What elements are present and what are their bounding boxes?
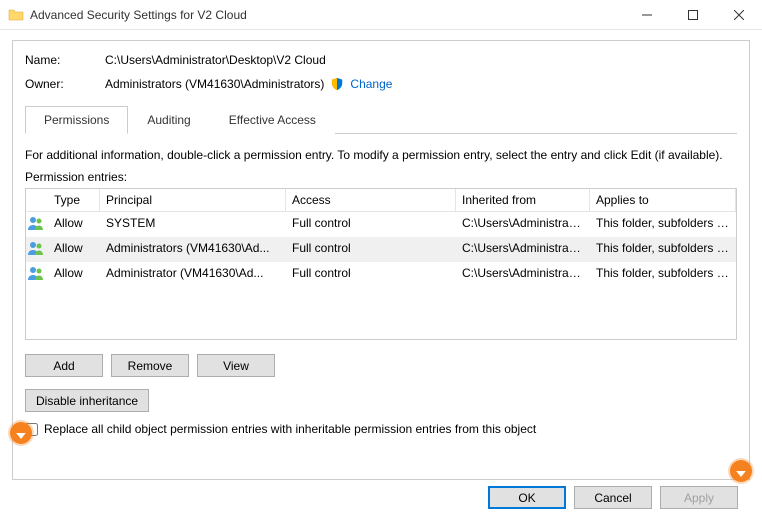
ok-button[interactable]: OK (488, 486, 566, 509)
cancel-button[interactable]: Cancel (574, 486, 652, 509)
main-panel: Name: C:\Users\Administrator\Desktop\V2 … (12, 40, 750, 480)
tab-permissions[interactable]: Permissions (25, 106, 128, 134)
col-inherited[interactable]: Inherited from (456, 189, 590, 212)
entries-label: Permission entries: (25, 170, 737, 184)
cell-principal: Administrators (VM41630\Ad... (100, 237, 286, 262)
col-type[interactable]: Type (48, 189, 100, 212)
users-icon (26, 262, 48, 287)
col-applies[interactable]: Applies to (590, 189, 736, 212)
window-controls (624, 0, 762, 29)
name-value: C:\Users\Administrator\Desktop\V2 Cloud (105, 53, 326, 67)
folder-icon (8, 7, 24, 23)
cell-access: Full control (286, 212, 456, 237)
add-button[interactable]: Add (25, 354, 103, 377)
cell-applies: This folder, subfolders and files (590, 262, 736, 287)
dialog-footer: OK Cancel Apply (12, 480, 750, 509)
apply-button[interactable]: Apply (660, 486, 738, 509)
cell-access: Full control (286, 237, 456, 262)
owner-label: Owner: (25, 77, 105, 91)
annotation-arrow-icon (730, 460, 752, 482)
cell-applies: This folder, subfolders and files (590, 212, 736, 237)
cell-inherited: C:\Users\Administrator\ (456, 262, 590, 287)
cell-type: Allow (48, 237, 100, 262)
cell-principal: Administrator (VM41630\Ad... (100, 262, 286, 287)
replace-children-label: Replace all child object permission entr… (44, 422, 536, 436)
tab-auditing[interactable]: Auditing (128, 106, 209, 134)
disable-inheritance-button[interactable]: Disable inheritance (25, 389, 149, 412)
shield-icon (330, 77, 344, 91)
view-button[interactable]: View (197, 354, 275, 377)
cell-inherited: C:\Users\Administrator\ (456, 237, 590, 262)
change-owner-link[interactable]: Change (350, 77, 392, 91)
window-title: Advanced Security Settings for V2 Cloud (30, 8, 247, 22)
cell-type: Allow (48, 262, 100, 287)
maximize-button[interactable] (670, 0, 716, 29)
cell-access: Full control (286, 262, 456, 287)
remove-button[interactable]: Remove (111, 354, 189, 377)
minimize-button[interactable] (624, 0, 670, 29)
users-icon (26, 237, 48, 262)
cell-applies: This folder, subfolders and files (590, 237, 736, 262)
titlebar: Advanced Security Settings for V2 Cloud (0, 0, 762, 30)
owner-value: Administrators (VM41630\Administrators) (105, 77, 324, 91)
permission-table: Type Principal Access Inherited from App… (25, 188, 737, 340)
col-principal[interactable]: Principal (100, 189, 286, 212)
close-button[interactable] (716, 0, 762, 29)
annotation-arrow-icon (10, 422, 32, 444)
cell-inherited: C:\Users\Administrator\ (456, 212, 590, 237)
col-access[interactable]: Access (286, 189, 456, 212)
col-icon[interactable] (26, 189, 48, 212)
name-label: Name: (25, 53, 105, 67)
users-icon (26, 212, 48, 237)
cell-type: Allow (48, 212, 100, 237)
tab-effective-access[interactable]: Effective Access (210, 106, 335, 134)
tabs: Permissions Auditing Effective Access (25, 105, 737, 134)
info-text: For additional information, double-click… (25, 148, 737, 162)
cell-principal: SYSTEM (100, 212, 286, 237)
